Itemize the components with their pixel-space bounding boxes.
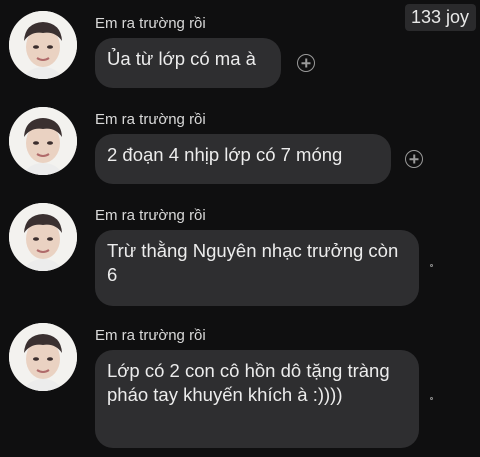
sender-name: Em ra trường rồi [95, 15, 206, 32]
avatar[interactable] [9, 11, 77, 79]
avatar[interactable] [9, 323, 77, 391]
avatar[interactable] [9, 107, 77, 175]
message-bubble[interactable]: 2 đoạn 4 nhịp lớp có 7 móng [95, 134, 391, 184]
sender-name: Em ra trường rồi [95, 327, 206, 344]
chat-screen: 133 joy Em ra trường rồi Ủa từ lớp có ma… [0, 0, 480, 457]
sender-name: Em ra trường rồi [95, 207, 206, 224]
avatar[interactable] [9, 203, 77, 271]
message-bubble[interactable]: Ủa từ lớp có ma à [95, 38, 281, 88]
read-status-dot [430, 397, 433, 400]
message-bubble[interactable]: Trừ thằng Nguyên nhạc trưởng còn 6 [95, 230, 419, 306]
read-status-dot [430, 264, 433, 267]
counter-badge: 133 joy [404, 4, 476, 31]
add-reaction-icon[interactable] [405, 150, 423, 168]
message-bubble[interactable]: Lớp có 2 con cô hồn dô tặng tràng pháo t… [95, 350, 419, 448]
sender-name: Em ra trường rồi [95, 111, 206, 128]
add-reaction-icon[interactable] [297, 54, 315, 72]
